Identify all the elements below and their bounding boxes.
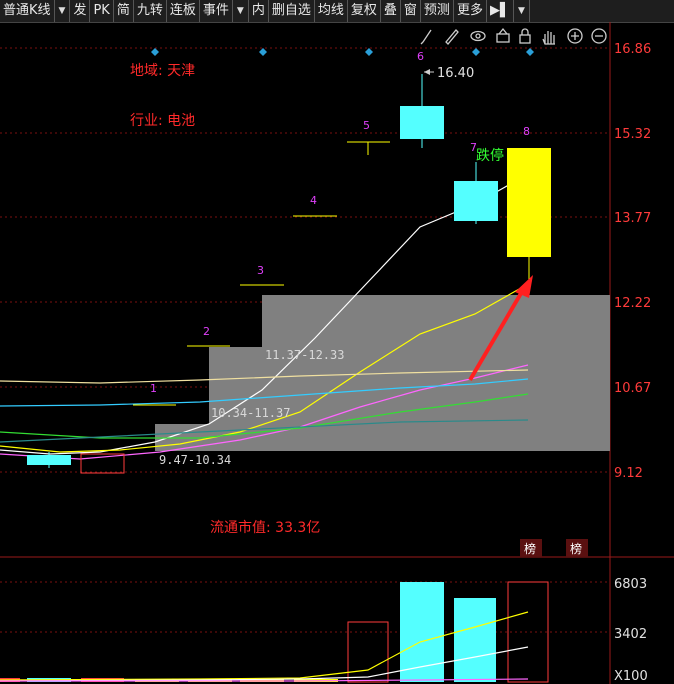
marker-diamond [526, 48, 534, 56]
toolbar-item[interactable]: 更多 [454, 0, 487, 22]
price-tick: 15.32 [614, 127, 651, 142]
svg-text:榜: 榜 [524, 541, 536, 556]
volume-tick: 3402 [614, 627, 647, 642]
volume-unit: X100 [614, 669, 648, 684]
marker-diamond [365, 48, 373, 56]
kline-chart[interactable]: 16.40 1 2 3 4 5 6 7 8 地域: 天津 行业: 电池 流通市值 [0, 22, 674, 684]
candle-8 [507, 148, 551, 257]
toolbar-item[interactable]: 均线 [315, 0, 348, 22]
vol-bar-5 [347, 621, 389, 683]
basket-icon[interactable] [496, 27, 510, 43]
candle-num: 1 [150, 382, 157, 395]
eye-icon[interactable] [470, 30, 486, 42]
toolbar-item[interactable]: 窗 [401, 0, 421, 22]
volume-tick: 6803 [614, 577, 647, 592]
candle-num: 8 [523, 125, 530, 138]
price-tick: 12.22 [614, 296, 651, 311]
toolbar-item[interactable]: 事件 [200, 0, 233, 22]
price-tick: 10.67 [614, 381, 651, 396]
svg-text:榜: 榜 [570, 541, 582, 556]
toolbar-item[interactable]: 删自选 [269, 0, 315, 22]
marker-diamond [151, 48, 159, 56]
marker-diamond [472, 48, 480, 56]
price-tick: 9.12 [614, 466, 643, 481]
toolbar-item[interactable]: ▶▌ [487, 0, 514, 22]
hand-icon[interactable] [542, 31, 555, 45]
lock-icon[interactable] [519, 28, 531, 44]
top-toolbar: 普通K线 ▼ 发 PK 简九转 连板 事件 ▼ 内删自选 均线 复权叠窗预测 更多 ▶▌ ▼ [0, 0, 674, 23]
toolbar-item[interactable]: 复权 [348, 0, 381, 22]
tool-icons[interactable] [420, 27, 607, 45]
market-cap-label: 流通市值: 33.3亿 [210, 519, 320, 536]
toolbar-item[interactable]: 发 [70, 0, 91, 22]
limit-down-label: 跌停 [476, 147, 504, 164]
range-label: 9.47-10.34 [159, 453, 231, 467]
dropdown-arrow-icon[interactable]: ▼ [233, 0, 249, 22]
toolbar-item[interactable]: 叠 [381, 0, 401, 22]
bang-badge[interactable]: 榜 [566, 539, 588, 557]
candle-num: 4 [310, 194, 317, 207]
volume-ma [0, 611, 529, 682]
candle-6 [400, 106, 444, 139]
vol-bar-7 [454, 598, 496, 682]
toolbar-item[interactable]: 预测 [421, 0, 454, 22]
toolbar-item[interactable]: 内 [249, 0, 269, 22]
dropdown-arrow-icon[interactable]: ▼ [514, 0, 530, 22]
zoom-out-icon[interactable] [591, 28, 607, 44]
toolbar-item[interactable]: 九转 [134, 0, 167, 22]
price-tick: 16.86 [614, 42, 651, 57]
candle-num: 6 [417, 50, 424, 63]
dropdown-arrow-icon[interactable]: ▼ [55, 0, 71, 22]
toolbar-item[interactable]: 连板 [167, 0, 200, 22]
zone-9-47 [155, 424, 610, 451]
price-axis: 16.86 15.32 13.77 12.22 10.67 9.12 [614, 42, 651, 481]
toolbar-item[interactable]: PK [90, 0, 114, 22]
industry-label: 行业: 电池 [130, 113, 195, 129]
candle-num: 2 [203, 325, 210, 338]
high-marker: 16.40 [424, 66, 474, 81]
candle-7 [454, 181, 498, 221]
brush-icon[interactable] [420, 29, 432, 45]
candle-num: 5 [363, 119, 370, 132]
toolbar-item[interactable]: 简 [114, 0, 134, 22]
volume-grid [0, 581, 610, 633]
event-markers[interactable] [151, 48, 534, 56]
candle-num: 3 [257, 264, 264, 277]
volume-axis: 6803 3402 X100 [614, 577, 648, 684]
price-tick: 13.77 [614, 211, 651, 226]
marker-diamond [259, 48, 267, 56]
high-label: 16.40 [437, 66, 474, 81]
zoom-in-icon[interactable] [567, 28, 583, 44]
range-label: 11.37-12.33 [265, 348, 344, 362]
bang-badge[interactable]: 榜 [520, 539, 542, 557]
toolbar-item[interactable]: 普通K线 [0, 0, 55, 22]
volume-bars [0, 581, 549, 683]
range-label: 10.34-11.37 [211, 406, 290, 420]
region-label: 地域: 天津 [130, 63, 195, 79]
pencil-icon[interactable] [445, 29, 459, 45]
